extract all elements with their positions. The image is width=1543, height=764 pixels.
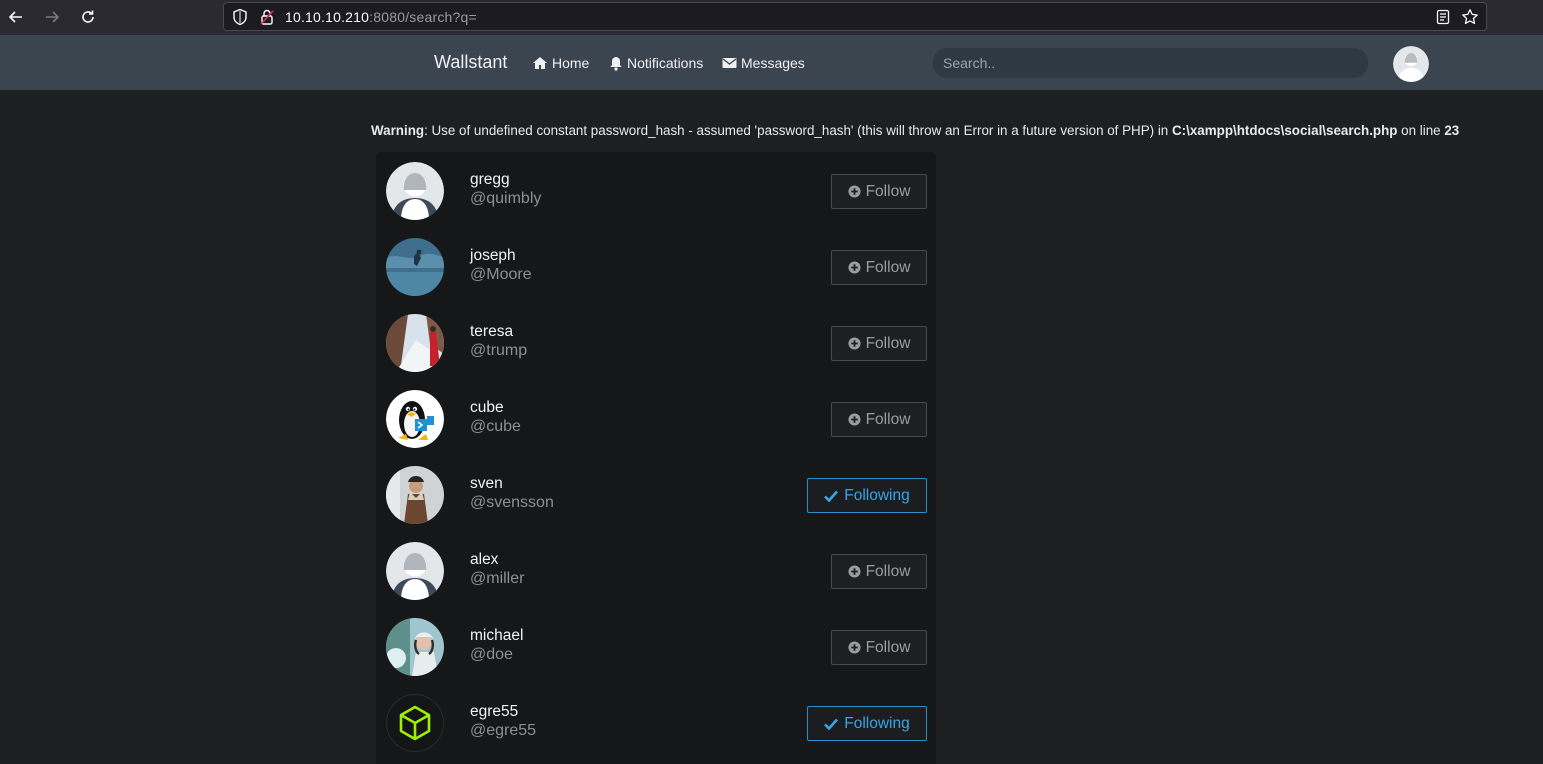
photo-avatar-icon bbox=[386, 314, 444, 372]
site-navbar: Wallstant Home Notifications Messages bbox=[0, 35, 1543, 90]
follow-button-label: Follow bbox=[865, 182, 911, 200]
green-cube-icon bbox=[386, 694, 444, 752]
user-avatar[interactable] bbox=[386, 390, 444, 448]
user-avatar[interactable] bbox=[386, 162, 444, 220]
home-icon bbox=[533, 57, 547, 69]
nav-home[interactable]: Home bbox=[532, 54, 589, 72]
user-avatar[interactable] bbox=[386, 542, 444, 600]
back-icon[interactable] bbox=[4, 6, 28, 28]
shield-icon[interactable] bbox=[232, 8, 248, 31]
default-avatar-icon bbox=[1393, 46, 1429, 82]
plus-circle-icon bbox=[848, 413, 861, 426]
nav-messages-label: Messages bbox=[741, 55, 805, 71]
user-handle[interactable]: @svensson bbox=[470, 494, 554, 512]
follow-button-label: Follow bbox=[865, 638, 911, 656]
user-row: alex @miller Follow bbox=[376, 532, 936, 608]
php-warning: Warning: Use of undefined constant passw… bbox=[371, 123, 1459, 138]
check-icon bbox=[824, 490, 839, 502]
warning-on-line: on line bbox=[1397, 123, 1445, 138]
browser-toolbar: 10.10.10.210:8080/search?q= bbox=[0, 0, 1543, 35]
user-name[interactable]: egre55 bbox=[470, 703, 518, 721]
search-input[interactable] bbox=[933, 48, 1368, 78]
plus-circle-icon bbox=[848, 641, 861, 654]
user-row: teresa @trump Follow bbox=[376, 304, 936, 380]
user-name[interactable]: teresa bbox=[470, 323, 513, 341]
tux-penguin-icon bbox=[386, 390, 444, 448]
url-path: :8080/search?q= bbox=[369, 9, 477, 25]
check-icon bbox=[824, 718, 839, 730]
bell-icon bbox=[610, 56, 622, 71]
user-name[interactable]: sven bbox=[470, 475, 503, 493]
nav-messages[interactable]: Messages bbox=[722, 54, 805, 72]
user-avatar[interactable] bbox=[386, 618, 444, 676]
nav-home-label: Home bbox=[552, 55, 590, 71]
profile-avatar[interactable] bbox=[1393, 46, 1429, 82]
user-row: gregg @quimbly Follow bbox=[376, 152, 936, 228]
reader-view-icon[interactable] bbox=[1436, 9, 1450, 30]
user-handle[interactable]: @Moore bbox=[470, 266, 532, 284]
user-name[interactable]: joseph bbox=[470, 247, 516, 265]
follow-button-label: Follow bbox=[865, 334, 911, 352]
follow-button-label: Follow bbox=[865, 258, 911, 276]
user-name[interactable]: gregg bbox=[470, 171, 510, 189]
insecure-lock-icon[interactable] bbox=[259, 8, 275, 31]
warning-message: : Use of undefined constant password_has… bbox=[424, 123, 1172, 138]
default-avatar-icon bbox=[386, 542, 444, 600]
plus-circle-icon bbox=[848, 185, 861, 198]
user-name[interactable]: cube bbox=[470, 399, 504, 417]
follow-button-label: Follow bbox=[865, 562, 911, 580]
follow-button[interactable]: Follow bbox=[831, 554, 927, 589]
user-handle[interactable]: @cube bbox=[470, 418, 521, 436]
warning-line-number: 23 bbox=[1444, 123, 1460, 138]
forward-icon[interactable] bbox=[40, 6, 64, 28]
follow-button[interactable]: Follow bbox=[831, 402, 927, 437]
user-row: egre55 @egre55 Following bbox=[376, 684, 936, 760]
photo-avatar-icon bbox=[386, 466, 444, 524]
photo-avatar-icon bbox=[386, 238, 444, 296]
follow-button-label: Follow bbox=[865, 410, 911, 428]
following-button-label: Following bbox=[844, 714, 910, 732]
user-avatar[interactable] bbox=[386, 466, 444, 524]
url-host: 10.10.10.210 bbox=[285, 9, 370, 25]
following-button[interactable]: Following bbox=[807, 706, 927, 741]
user-handle[interactable]: @egre55 bbox=[470, 722, 536, 740]
user-handle[interactable]: @miller bbox=[470, 570, 524, 588]
nav-notifications[interactable]: Notifications bbox=[609, 54, 703, 72]
follow-button[interactable]: Follow bbox=[831, 174, 927, 209]
user-row: sven @svensson Following bbox=[376, 456, 936, 532]
default-avatar-icon bbox=[386, 162, 444, 220]
warning-label: Warning bbox=[371, 123, 425, 138]
user-row: cube @cube Follow bbox=[376, 380, 936, 456]
plus-circle-icon bbox=[848, 565, 861, 578]
envelope-icon bbox=[722, 58, 737, 68]
follow-button[interactable]: Follow bbox=[831, 326, 927, 361]
user-name[interactable]: michael bbox=[470, 627, 523, 645]
bookmark-star-icon[interactable] bbox=[1461, 8, 1479, 31]
user-name[interactable]: alex bbox=[470, 551, 498, 569]
follow-button[interactable]: Follow bbox=[831, 250, 927, 285]
warning-file: C:\xampp\htdocs\social\search.php bbox=[1171, 123, 1398, 138]
search-results: gregg @quimbly Follow joseph @Moore Foll… bbox=[376, 152, 936, 764]
follow-button[interactable]: Follow bbox=[831, 630, 927, 665]
user-avatar[interactable] bbox=[386, 694, 444, 752]
user-row: michael @doe Follow bbox=[376, 608, 936, 684]
user-row: joseph @Moore Follow bbox=[376, 228, 936, 304]
user-handle[interactable]: @quimbly bbox=[470, 190, 541, 208]
nav-notifications-label: Notifications bbox=[627, 55, 704, 71]
plus-circle-icon bbox=[848, 261, 861, 274]
user-avatar[interactable] bbox=[386, 238, 444, 296]
following-button[interactable]: Following bbox=[807, 478, 927, 513]
plus-circle-icon bbox=[848, 337, 861, 350]
user-avatar[interactable] bbox=[386, 314, 444, 372]
following-button-label: Following bbox=[844, 486, 910, 504]
brand-logo[interactable]: Wallstant bbox=[434, 52, 507, 73]
photo-avatar-icon bbox=[386, 618, 444, 676]
address-bar[interactable]: 10.10.10.210:8080/search?q= bbox=[223, 2, 1487, 31]
user-handle[interactable]: @trump bbox=[470, 342, 527, 360]
user-handle[interactable]: @doe bbox=[470, 646, 513, 664]
reload-icon[interactable] bbox=[76, 6, 100, 28]
url-text[interactable]: 10.10.10.210:8080/search?q= bbox=[285, 9, 477, 25]
